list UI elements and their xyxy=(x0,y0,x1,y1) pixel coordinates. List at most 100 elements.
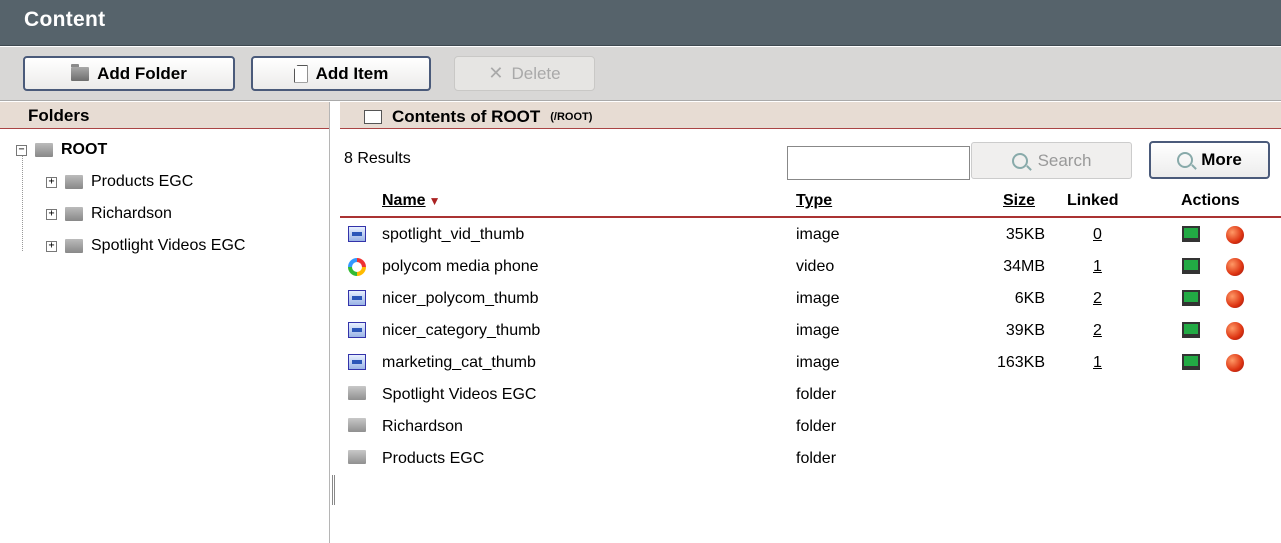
app-title: Content xyxy=(24,8,106,31)
preview-icon[interactable] xyxy=(1182,258,1200,279)
image-icon xyxy=(348,290,366,311)
folder-icon xyxy=(65,239,83,253)
tree-guide-line xyxy=(22,151,23,251)
search-icon xyxy=(1177,152,1194,168)
folders-panel: Folders − ROOT + Products EGC + Richards… xyxy=(0,102,330,543)
row-type: image xyxy=(796,354,840,371)
folder-icon xyxy=(35,143,53,157)
column-header-actions: Actions xyxy=(1181,192,1240,209)
row-linked-link[interactable]: 2 xyxy=(1093,290,1102,308)
row-type: video xyxy=(796,258,835,275)
row-linked-link[interactable]: 1 xyxy=(1093,354,1102,372)
row-name[interactable]: nicer_polycom_thumb xyxy=(382,290,539,308)
folder-icon xyxy=(71,63,90,81)
delete-label: Delete xyxy=(511,63,561,83)
add-item-label: Add Item xyxy=(315,63,389,83)
row-size: 39KB xyxy=(1005,322,1045,339)
tree-node-label: Products EGC xyxy=(91,173,194,190)
add-folder-button[interactable]: Add Folder xyxy=(23,56,235,91)
row-type: folder xyxy=(796,418,837,435)
table-row[interactable]: Richardson folder xyxy=(340,412,1281,444)
tree-node-spotlight-videos-egc[interactable]: + Spotlight Videos EGC xyxy=(46,237,245,255)
edit-icon[interactable] xyxy=(1226,322,1244,345)
row-type: image xyxy=(796,290,840,307)
preview-icon[interactable] xyxy=(1182,290,1200,311)
contents-panel: Contents of ROOT (/ROOT) 8 Results Searc… xyxy=(340,102,1281,543)
column-header-name[interactable]: Name ▼ xyxy=(382,192,440,210)
folders-panel-title: Folders xyxy=(0,102,329,129)
column-header-type[interactable]: Type xyxy=(796,192,832,210)
expand-icon[interactable]: + xyxy=(46,176,57,188)
row-name[interactable]: Spotlight Videos EGC xyxy=(382,386,536,404)
table-row[interactable]: marketing_cat_thumb image 163KB 1 xyxy=(340,348,1281,380)
search-input[interactable] xyxy=(787,146,970,180)
table-row[interactable]: nicer_category_thumb image 39KB 2 xyxy=(340,316,1281,348)
table-row[interactable]: polycom media phone video 34MB 1 xyxy=(340,252,1281,284)
tree-node-label: ROOT xyxy=(61,141,108,158)
column-name-label: Name xyxy=(382,192,426,209)
image-icon xyxy=(348,322,366,343)
preview-icon[interactable] xyxy=(1182,226,1200,247)
row-linked-link[interactable]: 0 xyxy=(1093,226,1102,244)
table-row[interactable]: Spotlight Videos EGC folder xyxy=(340,380,1281,412)
row-linked-link[interactable]: 2 xyxy=(1093,322,1102,340)
preview-icon[interactable] xyxy=(1182,354,1200,375)
sort-descending-icon: ▼ xyxy=(428,194,441,208)
document-icon xyxy=(293,64,308,83)
contents-panel-header: Contents of ROOT (/ROOT) xyxy=(340,102,1281,129)
edit-icon[interactable] xyxy=(1226,226,1244,249)
results-count: 8 Results xyxy=(344,150,411,167)
preview-icon[interactable] xyxy=(1182,322,1200,343)
row-name[interactable]: spotlight_vid_thumb xyxy=(382,226,524,244)
expand-icon[interactable]: + xyxy=(46,208,57,220)
folder-icon xyxy=(348,450,366,469)
row-name[interactable]: marketing_cat_thumb xyxy=(382,354,536,372)
panel-splitter-handle[interactable] xyxy=(332,475,335,505)
column-header-size[interactable]: Size xyxy=(1003,192,1035,210)
row-size: 35KB xyxy=(1005,226,1045,243)
row-type: folder xyxy=(796,450,837,467)
tree-node-label: Richardson xyxy=(91,205,172,222)
row-type: image xyxy=(796,322,840,339)
tree-node-products-egc[interactable]: + Products EGC xyxy=(46,173,193,191)
tree-node-richardson[interactable]: + Richardson xyxy=(46,205,172,223)
row-name[interactable]: Products EGC xyxy=(382,450,484,468)
search-button-label: Search xyxy=(1037,150,1092,170)
row-name[interactable]: Richardson xyxy=(382,418,463,436)
search-button[interactable]: Search xyxy=(971,142,1132,179)
close-icon: ✕ xyxy=(488,63,504,83)
row-name[interactable]: polycom media phone xyxy=(382,258,539,276)
row-linked-link[interactable]: 1 xyxy=(1093,258,1102,276)
app-title-bar: Content xyxy=(0,0,1281,46)
row-type: image xyxy=(796,226,840,243)
add-item-button[interactable]: Add Item xyxy=(251,56,431,91)
column-header-linked: Linked xyxy=(1067,192,1119,209)
table-row[interactable]: nicer_polycom_thumb image 6KB 2 xyxy=(340,284,1281,316)
video-icon xyxy=(348,258,366,281)
collapse-icon[interactable]: − xyxy=(16,144,27,156)
image-icon xyxy=(348,226,366,247)
folder-icon xyxy=(348,418,366,437)
edit-icon[interactable] xyxy=(1226,258,1244,281)
delete-button[interactable]: ✕ Delete xyxy=(454,56,595,91)
expand-icon[interactable]: + xyxy=(46,240,57,252)
row-size: 6KB xyxy=(1014,290,1045,307)
row-type: folder xyxy=(796,386,837,403)
more-button-label: More xyxy=(1201,150,1242,169)
edit-icon[interactable] xyxy=(1226,354,1244,377)
table-row[interactable]: spotlight_vid_thumb image 35KB 0 xyxy=(340,220,1281,252)
table-row[interactable]: Products EGC folder xyxy=(340,444,1281,476)
edit-icon[interactable] xyxy=(1226,290,1244,313)
search-icon xyxy=(1011,152,1028,169)
add-folder-label: Add Folder xyxy=(97,63,187,83)
row-size: 163KB xyxy=(996,354,1045,371)
row-name[interactable]: nicer_category_thumb xyxy=(382,322,540,340)
tree-node-root[interactable]: − ROOT xyxy=(16,141,107,159)
parent-folder-icon[interactable] xyxy=(364,110,382,124)
toolbar: Add Folder Add Item ✕ Delete xyxy=(0,47,1281,101)
folder-icon xyxy=(65,175,83,189)
more-button[interactable]: More xyxy=(1149,141,1270,179)
contents-panel-title: Contents of ROOT xyxy=(392,107,541,126)
table-header: Name ▼ Type Size Linked Actions xyxy=(340,188,1281,218)
folder-icon xyxy=(348,386,366,405)
